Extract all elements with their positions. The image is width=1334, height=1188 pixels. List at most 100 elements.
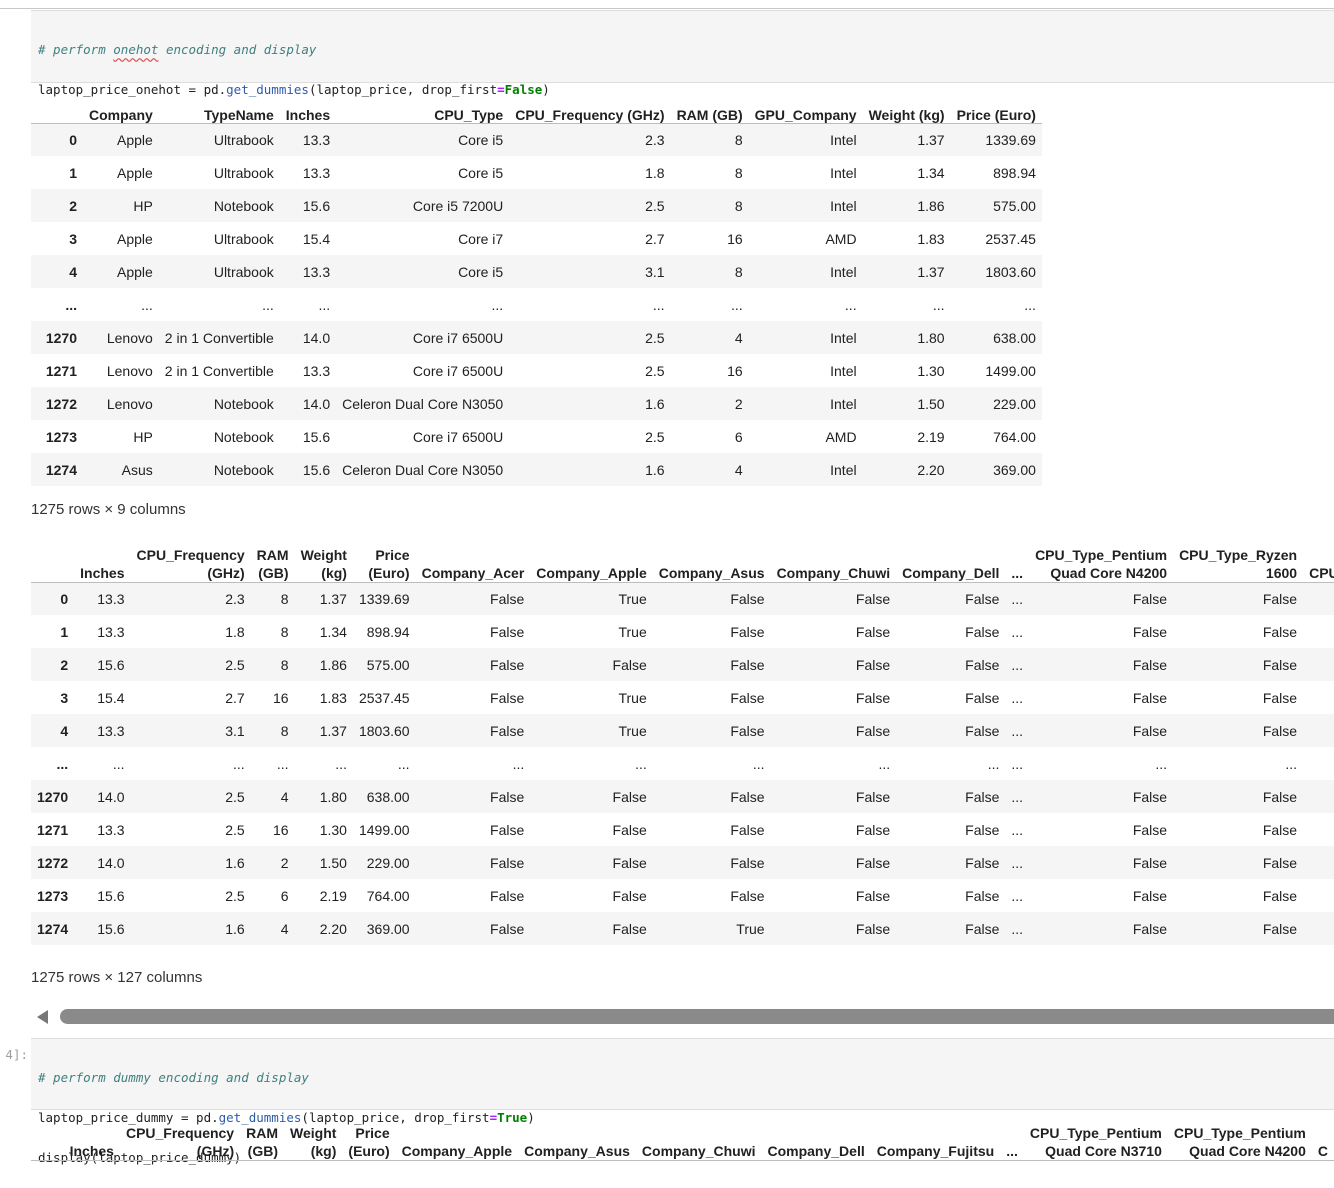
table-cell: False <box>1132 887 1168 904</box>
table-cell: 13.3 <box>302 263 331 280</box>
code-line-comment: # perform onehot encoding and display <box>38 40 1334 60</box>
table-row: 1272 14.0 1.6 2 1.50 229.00 False False False Fal… <box>31 846 1334 879</box>
column-header-line: Price <box>375 546 410 563</box>
horizontal-scrollbar[interactable] <box>31 1006 1334 1028</box>
table-cell: AMD <box>825 428 857 445</box>
row-index: 3 <box>60 689 69 706</box>
table-cell: 14.0 <box>302 395 331 412</box>
table-cell <box>1303 615 1334 648</box>
table-cell: 1.80 <box>319 788 347 805</box>
table-cell: False <box>965 821 1000 838</box>
column-header-line: (kg) <box>321 564 347 581</box>
table-cell: 898.94 <box>993 164 1036 181</box>
table-cell: False <box>730 887 765 904</box>
table-row: 1273 15.6 2.5 6 2.19 764.00 False False False Fal… <box>31 879 1334 912</box>
table-cell: Ultrabook <box>213 263 274 280</box>
table-cell: False <box>855 887 891 904</box>
table-cell: False <box>490 788 525 805</box>
table-cell: Lenovo <box>106 329 153 346</box>
table-cell: 2537.45 <box>358 689 410 706</box>
table-cell: 15.6 <box>302 197 331 214</box>
table-cell: False <box>730 788 765 805</box>
column-header-line: (Euro) <box>368 564 410 581</box>
table-cell: 15.6 <box>302 461 331 478</box>
table-cell: 575.00 <box>993 197 1036 214</box>
table-cell: 14.0 <box>97 788 125 805</box>
table-row: ........................................… <box>31 747 1334 780</box>
column-header-line: Company_Asus <box>524 1142 630 1159</box>
column-header-line: Weight <box>290 1124 337 1141</box>
table-cell: 764.00 <box>993 428 1036 445</box>
table-cell: False <box>1132 854 1168 871</box>
spellcheck-underline: onehot <box>113 42 159 57</box>
table-cell: ... <box>987 755 1000 772</box>
table-cell: False <box>730 854 765 871</box>
table-cell: 6 <box>280 887 289 904</box>
column-header-line: Company_Dell <box>902 564 1000 581</box>
dataframe-shape-label: 1275 rows × 9 columns <box>31 501 186 518</box>
column-header: Inches <box>63 1120 120 1161</box>
table-cell: 16 <box>727 362 743 379</box>
column-header-line: CPU_ <box>1309 564 1334 581</box>
column-header-line: Inches <box>69 1142 114 1159</box>
table-cell: Notebook <box>213 395 274 412</box>
table-cell: False <box>965 689 1000 706</box>
dataframe-shape-label: 1275 rows × 127 columns <box>31 969 203 986</box>
table-cell: 16 <box>272 689 289 706</box>
column-header: Company_Fujitsu <box>870 1120 1001 1161</box>
table-cell: False <box>1132 788 1168 805</box>
table-cell <box>1303 879 1334 912</box>
column-header: Price (Euro) <box>950 90 1042 124</box>
column-header: Weight (kg) <box>284 1120 343 1161</box>
table-cell: 2.5 <box>645 362 665 379</box>
table-cell: 13.3 <box>97 590 125 607</box>
table-cell: False <box>965 887 1000 904</box>
table-cell: False <box>730 623 765 640</box>
column-header-line: Company_Fujitsu <box>876 1142 995 1159</box>
scrollbar-thumb[interactable] <box>60 1009 1334 1024</box>
table-cell: False <box>612 854 647 871</box>
column-header-line: RAM <box>246 1124 278 1141</box>
table-cell: False <box>612 920 647 937</box>
column-header-line: C <box>1317 1142 1328 1159</box>
table-cell: Intel <box>830 461 857 478</box>
table-cell: 8 <box>734 197 743 214</box>
column-header-line: CPU_Type_Pentium <box>1173 1124 1306 1141</box>
table-cell: False <box>1132 920 1168 937</box>
row-index: 0 <box>69 131 77 148</box>
table-cell: 3.1 <box>225 722 245 739</box>
column-header: CPU_ <box>1303 542 1334 583</box>
table-cell: False <box>855 623 891 640</box>
table-cell: True <box>618 623 647 640</box>
table-row: .............................. <box>31 288 1042 321</box>
scroll-left-arrow-icon[interactable] <box>37 1010 48 1024</box>
code-cell-dummy[interactable]: # perform dummy encoding and display lap… <box>31 1038 1334 1165</box>
row-index: ... <box>65 296 77 313</box>
table-cell: False <box>1262 590 1298 607</box>
table-cell: False <box>1132 623 1168 640</box>
table-cell <box>1303 912 1334 945</box>
table-cell: ... <box>1024 296 1036 313</box>
table-cell: ... <box>878 755 891 772</box>
table-cell <box>1303 747 1334 780</box>
table-cell: False <box>490 590 525 607</box>
column-header: CPU_Type_Pentium Quad Core N4200 <box>1029 542 1174 583</box>
table-cell: 2.3 <box>645 131 665 148</box>
table-cell <box>1303 714 1334 747</box>
table-cell: 1339.69 <box>985 131 1036 148</box>
table-cell: Apple <box>116 263 153 280</box>
table-cell: 13.3 <box>97 722 125 739</box>
table-cell: False <box>1262 821 1298 838</box>
table-cell: Apple <box>116 230 153 247</box>
table-row: 3 Apple Ultrabook 15.4 Core i7 2.7 16 AMD 1.83 25… <box>31 222 1042 255</box>
table-cell: 575.00 <box>366 656 410 673</box>
row-index: 1270 <box>45 329 77 346</box>
table-cell: True <box>618 722 647 739</box>
code-cell-onehot[interactable]: # perform onehot encoding and display la… <box>31 10 1334 137</box>
table-cell: 2.5 <box>225 821 245 838</box>
column-header-line: (GHz) <box>207 564 245 581</box>
table-cell: 1.37 <box>319 722 347 739</box>
table-cell: 1.80 <box>917 329 945 346</box>
column-header-line: Company_Chuwi <box>776 564 891 581</box>
table-cell: False <box>730 590 765 607</box>
